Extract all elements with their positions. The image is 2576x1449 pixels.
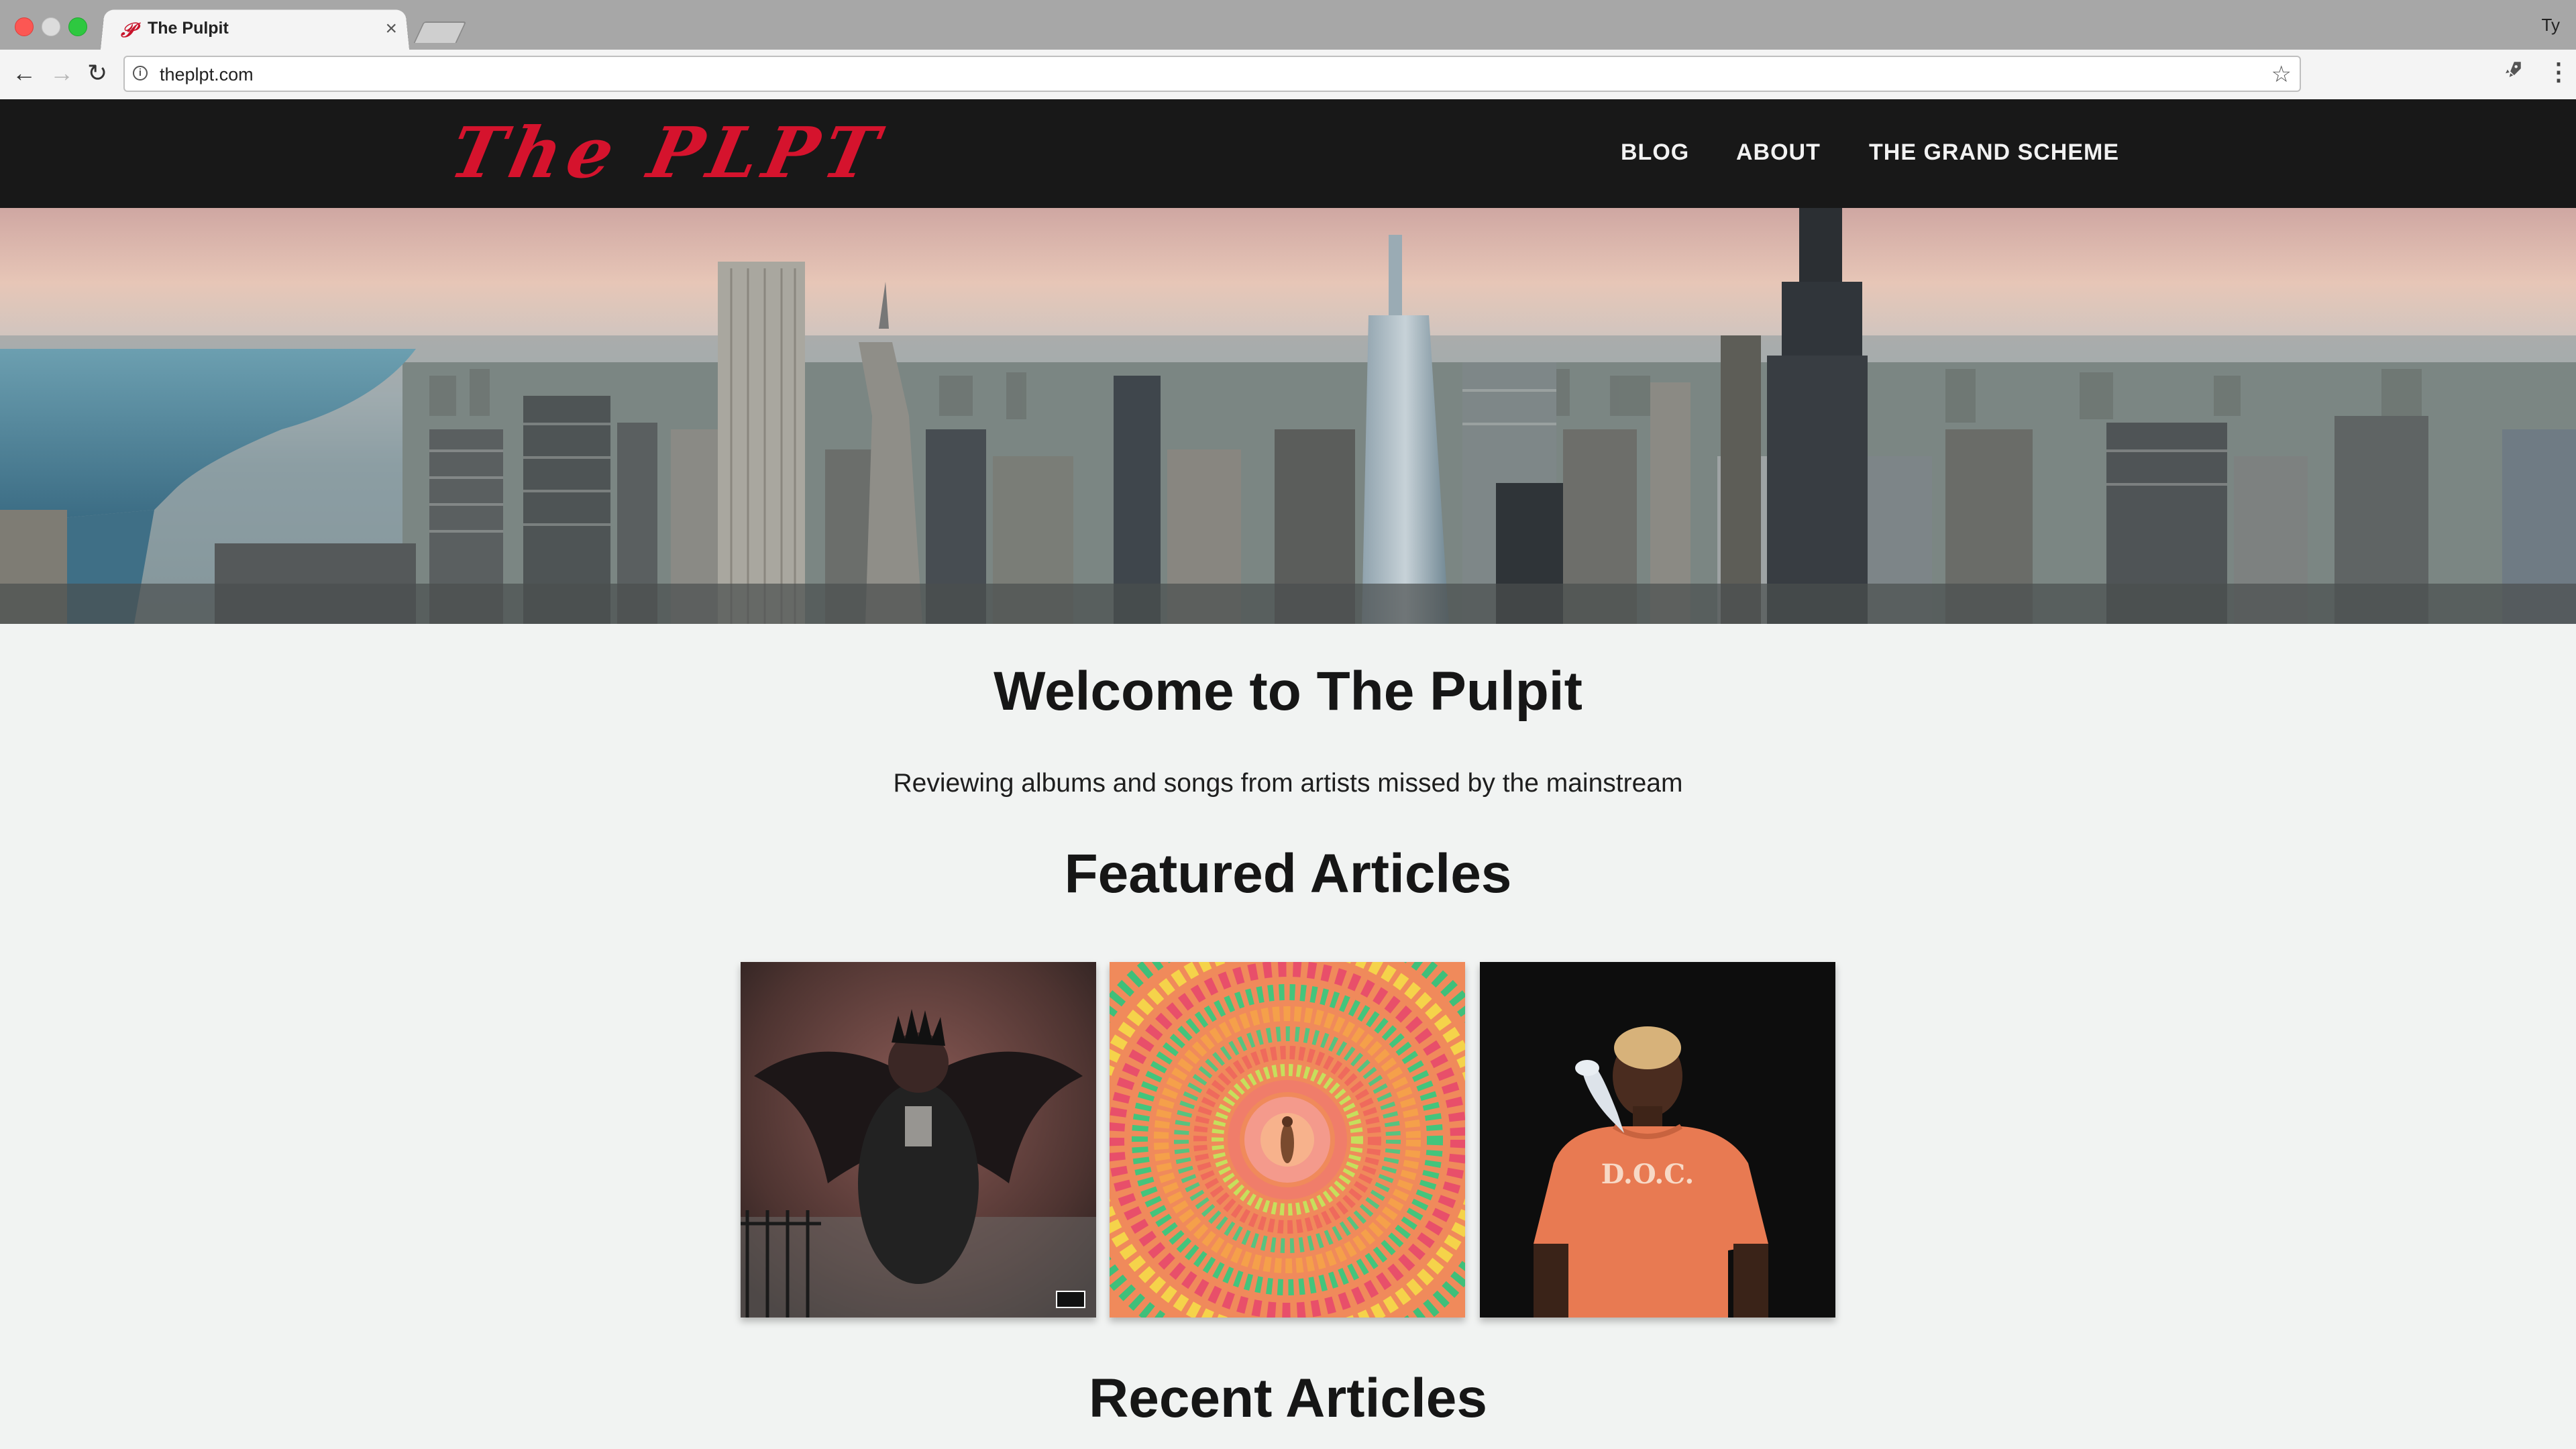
recent-articles-heading: Recent Articles — [1089, 1368, 1487, 1429]
site-tagline: Reviewing albums and songs from artists … — [893, 769, 1683, 798]
site-favicon-icon: 𝒫 — [121, 19, 136, 42]
tab-title: The Pulpit — [148, 19, 229, 38]
kebab-menu-icon[interactable]: ⋮ — [2546, 58, 2571, 86]
nav-link-about[interactable]: ABOUT — [1736, 140, 1821, 166]
featured-article-card-2[interactable] — [1110, 962, 1465, 1318]
new-tab-button[interactable] — [413, 21, 467, 43]
reload-icon[interactable]: ↻ — [87, 59, 107, 87]
featured-article-card-1[interactable] — [741, 962, 1096, 1318]
back-arrow-icon[interactable]: ← — [12, 59, 36, 87]
nav-link-grand-scheme[interactable]: THE GRAND SCHEME — [1869, 140, 2119, 166]
rocket-icon[interactable] — [2501, 59, 2524, 88]
album-cover-dark-winged-figure — [741, 962, 1096, 1318]
tab-close-icon[interactable]: × — [385, 17, 397, 40]
welcome-heading: Welcome to The Pulpit — [994, 661, 1582, 722]
address-bar[interactable]: i theplpt.com ☆ — [123, 56, 2301, 92]
shirt-text: D.O.C. — [1601, 1159, 1695, 1190]
profile-name[interactable]: Ty — [2542, 15, 2560, 36]
album-cover-psychedelic-mandala — [1110, 962, 1465, 1318]
window-close-button[interactable] — [15, 17, 34, 36]
browser-toolbar: ← → ↻ i theplpt.com ☆ ⋮ — [0, 50, 2576, 101]
star-icon[interactable]: ☆ — [2271, 61, 2292, 88]
featured-articles-heading: Featured Articles — [1064, 843, 1512, 904]
site-header: The PLPT BLOG ABOUT THE GRAND SCHEME — [0, 99, 2576, 208]
browser-tab-strip: 𝒫 The Pulpit × Ty — [0, 0, 2576, 50]
album-cover-doc-orange-shirt: D.O.C. — [1480, 962, 1835, 1318]
url-text[interactable]: theplpt.com — [160, 64, 254, 85]
window-zoom-button[interactable] — [68, 17, 87, 36]
info-icon[interactable]: i — [133, 66, 148, 80]
forward-arrow-icon[interactable]: → — [50, 59, 74, 87]
nav-link-blog[interactable]: BLOG — [1621, 140, 1689, 166]
featured-article-card-3[interactable]: D.O.C. — [1480, 962, 1835, 1318]
window-minimize-button[interactable] — [42, 17, 60, 36]
site-logo[interactable]: The PLPT — [443, 111, 892, 194]
hero-skyline-image — [0, 208, 2576, 624]
browser-tab-content[interactable]: 𝒫 The Pulpit × — [118, 9, 413, 50]
